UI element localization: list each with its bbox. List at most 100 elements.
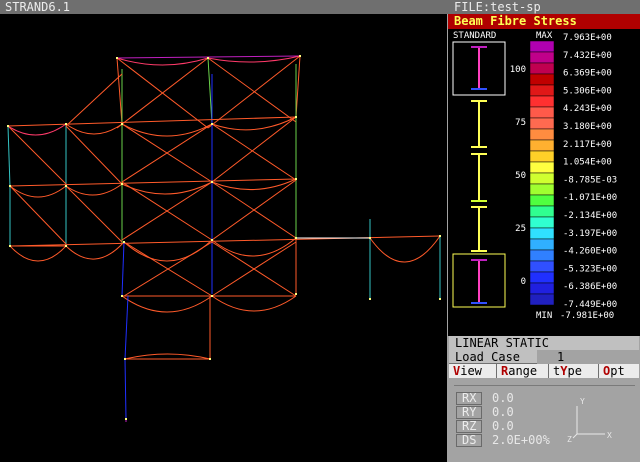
node-point bbox=[439, 298, 441, 300]
percent-tick-labels: 100 75 50 25 0 bbox=[510, 65, 526, 287]
scale-value-label: -3.197E+00 bbox=[563, 229, 617, 239]
scale-value-label: -7.449E+00 bbox=[563, 300, 617, 310]
scale-band-9 bbox=[529, 139, 555, 152]
node-point bbox=[123, 241, 125, 243]
coord-row-ry: RY 0.0 bbox=[456, 406, 514, 419]
load-case-value[interactable]: 1 bbox=[537, 350, 639, 364]
percent-tick-label: 25 bbox=[515, 224, 526, 234]
rx-value: 0.0 bbox=[492, 391, 514, 405]
scale-band-16 bbox=[529, 216, 555, 229]
scale-band-8 bbox=[529, 128, 555, 141]
scale-value-label: 4.243E+00 bbox=[563, 104, 612, 114]
beam-element bbox=[211, 123, 297, 181]
scale-value-label: -1.071E+00 bbox=[563, 193, 617, 203]
scale-band-17 bbox=[529, 227, 555, 240]
node-point bbox=[295, 237, 297, 239]
node-point bbox=[211, 295, 213, 297]
beam-element bbox=[65, 125, 123, 185]
scale-value-label: 6.369E+00 bbox=[563, 69, 612, 79]
section-previews bbox=[452, 41, 506, 308]
scale-band-6 bbox=[529, 106, 555, 119]
node-point bbox=[121, 183, 123, 185]
i-beam-section-icon bbox=[471, 259, 487, 304]
beam-element bbox=[121, 241, 125, 297]
scale-band-19 bbox=[529, 249, 555, 262]
scale-value-label: -2.134E+00 bbox=[563, 211, 617, 221]
node-point bbox=[295, 116, 297, 118]
scale-value-label: 3.180E+00 bbox=[563, 122, 612, 132]
node-point bbox=[439, 235, 441, 237]
menu-view[interactable]: View bbox=[449, 364, 497, 378]
node-point bbox=[209, 358, 211, 360]
stress-diagram-curve bbox=[121, 295, 213, 313]
beam-element bbox=[7, 125, 11, 188]
min-value: -7.981E+00 bbox=[560, 311, 614, 321]
i-beam-section-icon bbox=[471, 100, 487, 148]
stress-diagram-curve bbox=[121, 123, 213, 137]
axis-x-label: X bbox=[607, 431, 612, 440]
menu-range[interactable]: Range bbox=[497, 364, 549, 378]
load-case-label: Load Case bbox=[449, 350, 537, 364]
rx-label[interactable]: RX bbox=[456, 392, 482, 405]
node-point bbox=[369, 298, 371, 300]
scale-band-21 bbox=[529, 271, 555, 284]
scale-band-0 bbox=[529, 40, 555, 53]
node-point bbox=[121, 123, 123, 125]
node-point bbox=[211, 123, 213, 125]
node-point bbox=[295, 293, 297, 295]
side-panel: FILE:test-sp Beam Fibre Stress STANDARD … bbox=[447, 0, 640, 462]
scale-band-14 bbox=[529, 194, 555, 207]
stress-diagram-curve bbox=[124, 353, 211, 360]
scale-value-label: 5.306E+00 bbox=[563, 86, 612, 96]
beam-element bbox=[65, 73, 123, 127]
rz-label[interactable]: RZ bbox=[456, 420, 482, 433]
scale-band-2 bbox=[529, 62, 555, 75]
result-type-title: Beam Fibre Stress bbox=[448, 14, 640, 29]
percent-tick-label: 75 bbox=[515, 118, 526, 128]
beam-element bbox=[295, 55, 301, 118]
contour-legend: STANDARD MAX MIN -7.981E+00 7.963E+00 7.4… bbox=[448, 29, 640, 336]
menu-type[interactable]: tYpe bbox=[549, 364, 599, 378]
i-beam-section-icon bbox=[471, 206, 487, 252]
ry-label[interactable]: RY bbox=[456, 406, 482, 419]
scale-band-20 bbox=[529, 260, 555, 273]
axis-y-label: Y bbox=[580, 397, 585, 406]
scale-value-label: 1.054E+00 bbox=[563, 158, 612, 168]
max-label: MAX bbox=[536, 31, 553, 41]
beam-element bbox=[9, 178, 297, 187]
percent-tick-label: 0 bbox=[521, 277, 526, 287]
node-point bbox=[116, 57, 118, 59]
scale-value-label: -8.785E-03 bbox=[563, 175, 617, 185]
node-point bbox=[299, 55, 301, 57]
node-point bbox=[211, 239, 213, 241]
node-point bbox=[211, 181, 213, 183]
scale-band-5 bbox=[529, 95, 555, 108]
menu-options[interactable]: Opt bbox=[599, 364, 639, 378]
scale-band-12 bbox=[529, 172, 555, 185]
scale-value-label: -4.260E+00 bbox=[563, 247, 617, 257]
scale-band-1 bbox=[529, 51, 555, 64]
beam-element bbox=[207, 57, 297, 123]
scale-band-23 bbox=[529, 293, 555, 306]
min-label: MIN bbox=[536, 311, 552, 321]
beam-element bbox=[116, 57, 123, 125]
node-point bbox=[125, 418, 127, 420]
ds-label[interactable]: DS bbox=[456, 434, 482, 447]
window-title: STRAND6.1 bbox=[0, 0, 447, 14]
beam-element bbox=[9, 185, 67, 245]
model-viewport[interactable] bbox=[0, 14, 447, 462]
scale-value-labels: 7.963E+00 7.432E+00 6.369E+00 5.306E+00 4.24… bbox=[563, 33, 617, 310]
ds-value: 2.0E+00% bbox=[492, 433, 550, 447]
scale-value-label: 7.963E+00 bbox=[563, 33, 612, 43]
color-scale-bar bbox=[529, 40, 555, 306]
beam-element bbox=[211, 116, 297, 183]
node-point bbox=[369, 237, 371, 239]
coord-row-rx: RX 0.0 bbox=[456, 392, 514, 405]
node-point bbox=[9, 245, 11, 247]
scale-band-3 bbox=[529, 73, 555, 86]
view-rotation-panel: RX 0.0 RY 0.0 RZ 0.0 DS 2.0E+00% Y Z X bbox=[454, 385, 635, 457]
node-point bbox=[65, 245, 67, 247]
stress-diagram-curve bbox=[369, 235, 441, 263]
percent-tick-label: 100 bbox=[510, 65, 526, 75]
scale-band-13 bbox=[529, 183, 555, 196]
